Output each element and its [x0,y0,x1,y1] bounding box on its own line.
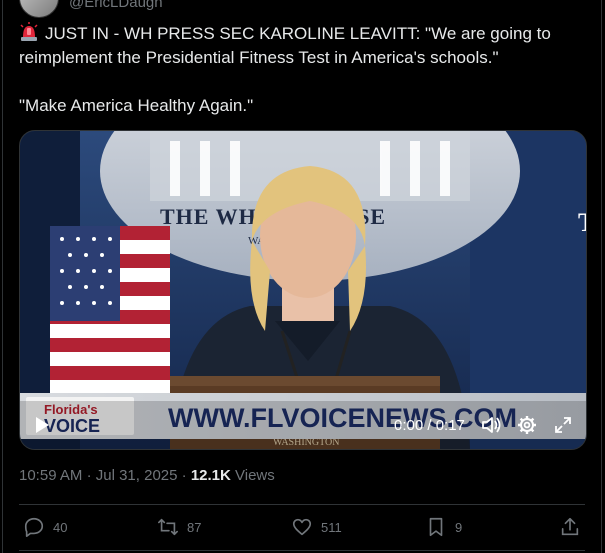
frame-border-right [601,0,602,553]
reply-button[interactable]: 40 [23,512,67,542]
tweet-date[interactable]: Jul 31, 2025 [96,467,178,484]
reply-icon [24,517,44,537]
divider-bottom [19,550,585,551]
author-handle[interactable]: @EricLDaugh [69,0,163,11]
retweet-icon [158,518,178,536]
retweet-count: 87 [187,519,202,535]
tweet-actions: 40 87 511 9 [19,512,585,542]
play-icon [36,417,49,433]
tweet-text-line2: "Make America Healthy Again." [19,96,254,115]
video-player[interactable]: THE WHITE HOUSE WASHINGTON T [19,130,587,450]
play-button[interactable] [32,415,52,435]
heart-icon [292,518,312,536]
divider-top [19,504,585,505]
bookmark-count: 9 [455,519,463,535]
tweet-author-header: @EricLDaugh [19,0,163,18]
reply-count: 40 [53,519,68,535]
video-time: 0:00 / 0:17 [394,417,465,434]
like-button[interactable]: 511 [291,512,342,542]
retweet-button[interactable]: 87 [157,512,201,542]
bookmark-button[interactable]: 9 [425,512,462,542]
fullscreen-icon [555,417,571,433]
frame-border-left [2,0,3,553]
meta-separator: · [86,467,92,484]
share-button[interactable] [559,512,581,542]
video-controls: 0:00 / 0:17 [20,401,586,449]
meta-separator: · [181,467,187,484]
police-light-icon [20,22,38,41]
views-count: 12.1K [190,467,231,484]
tweet-meta: 10:59 AM · Jul 31, 2025 · 12.1K Views [19,467,275,484]
avatar[interactable] [19,0,59,18]
tweet-text: JUST IN - WH PRESS SEC KAROLINE LEAVITT:… [19,22,579,118]
settings-button[interactable] [516,414,538,436]
like-count: 511 [321,519,342,535]
volume-icon [482,417,501,433]
bookmark-icon [429,517,443,537]
views-label: Views [235,467,275,484]
svg-text:T: T [578,208,586,237]
share-icon [561,517,579,536]
fullscreen-button[interactable] [552,414,574,436]
gear-icon [518,416,536,434]
tweet-time[interactable]: 10:59 AM [19,467,82,484]
volume-button[interactable] [480,414,502,436]
tweet-text-line1: JUST IN - WH PRESS SEC KAROLINE LEAVITT:… [19,24,556,67]
